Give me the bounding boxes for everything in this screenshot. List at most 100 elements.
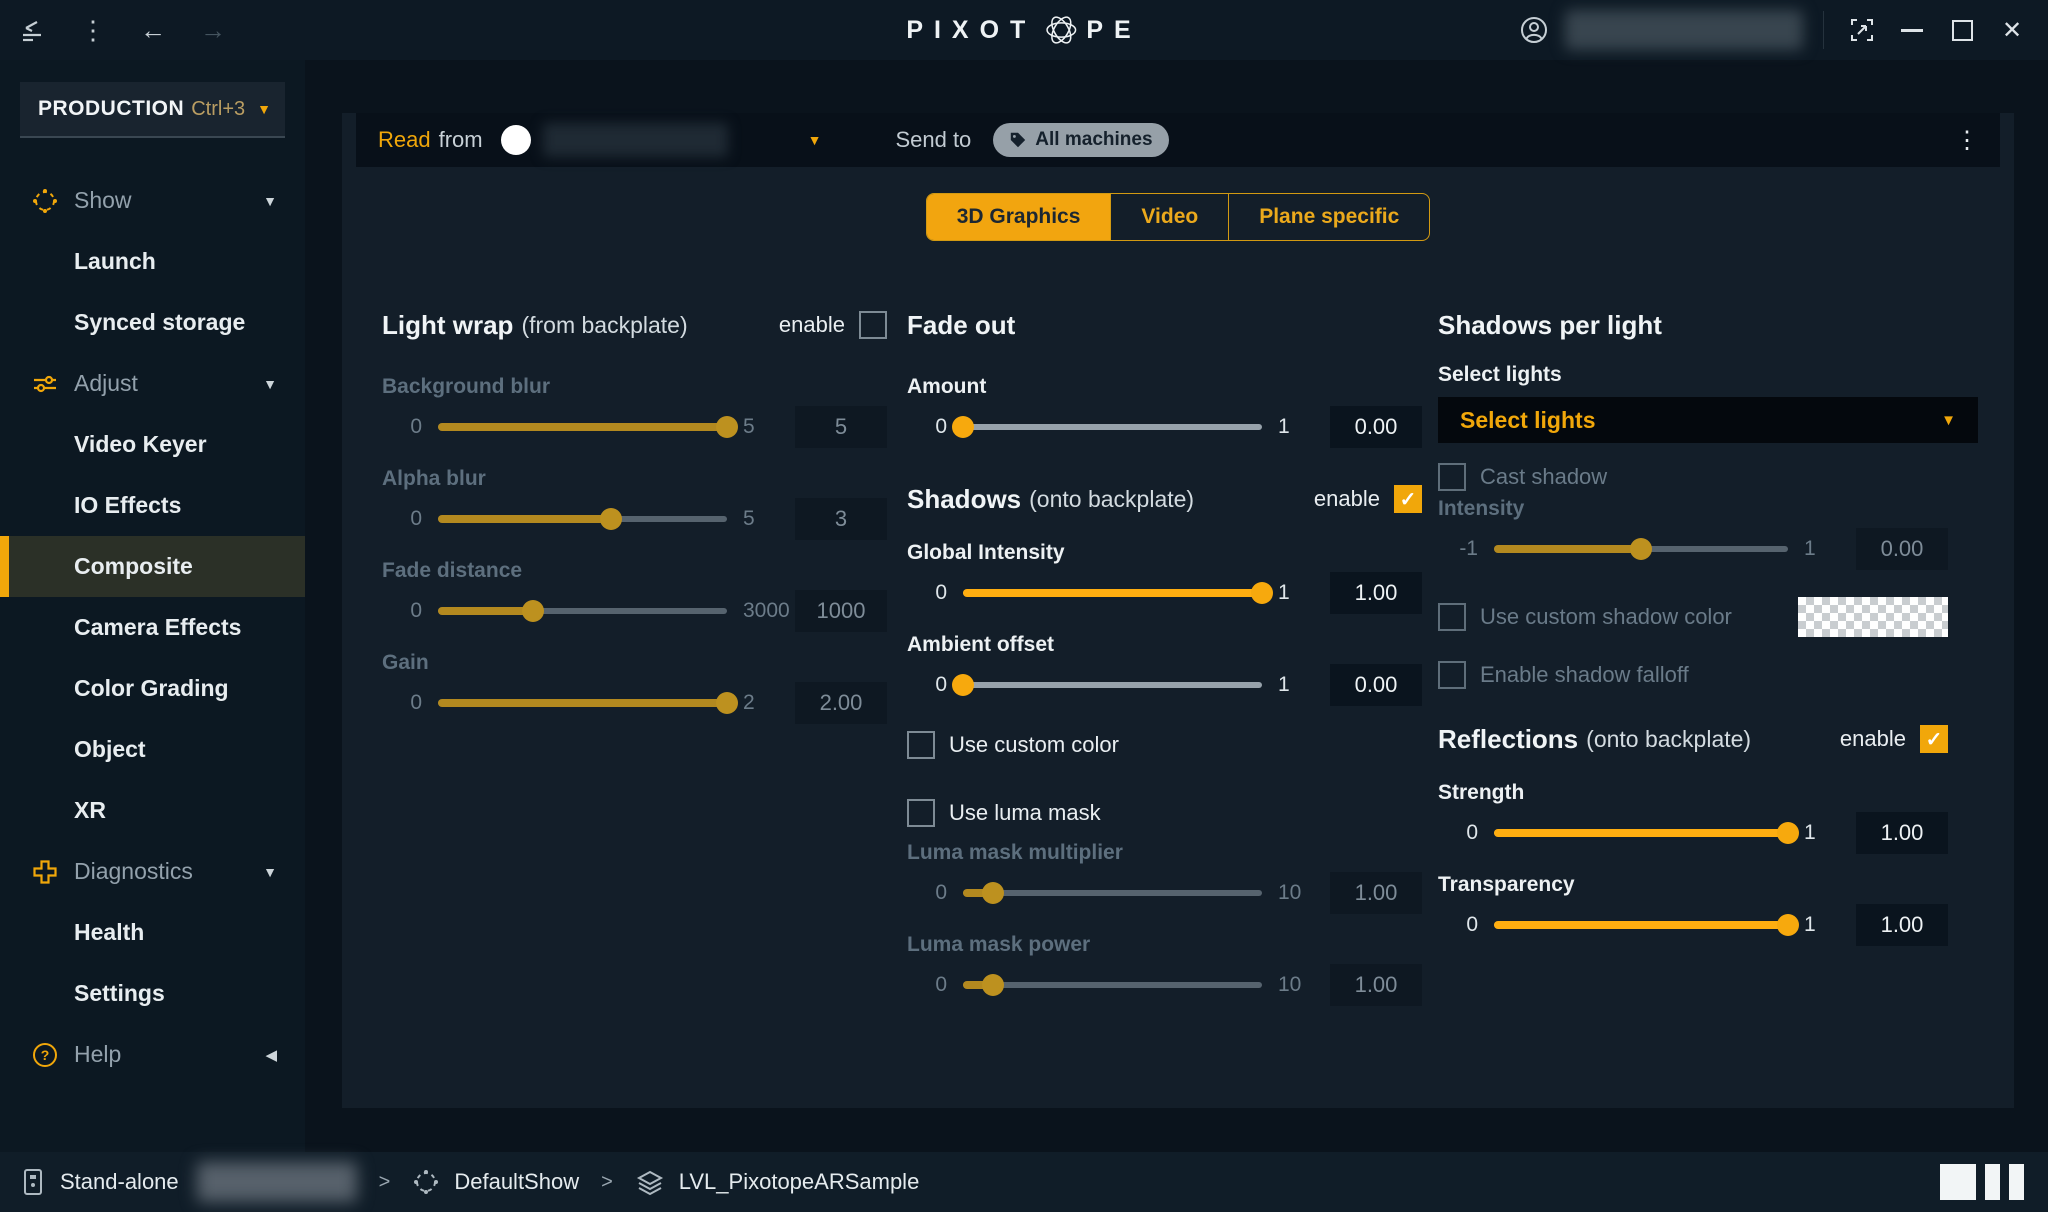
slider-thumb[interactable]	[982, 882, 1004, 904]
ambient-offset-slider[interactable]	[963, 674, 1262, 696]
back-arrow-icon[interactable]: ←	[136, 13, 170, 47]
breadcrumb-show[interactable]: DefaultShow	[412, 1168, 579, 1196]
sidebar-item-color-grading[interactable]: Color Grading	[0, 658, 305, 719]
logo-text-right: PE	[1086, 16, 1141, 45]
read-send-bar: Read from ▼ Send to All machines ⋮	[356, 113, 2000, 167]
reflection-strength-slider[interactable]	[1494, 822, 1788, 844]
reflection-transparency-value[interactable]: 1.00	[1856, 904, 1948, 946]
reflection-transparency-slider[interactable]	[1494, 914, 1788, 936]
slider-thumb[interactable]	[1777, 822, 1799, 844]
slider-thumb[interactable]	[952, 416, 974, 438]
slider-thumb[interactable]	[716, 416, 738, 438]
luma-mask-multiplier-slider[interactable]	[963, 882, 1262, 904]
sidebar-group-diagnostics[interactable]: Diagnostics ▼	[0, 841, 305, 902]
maximize-button[interactable]	[1944, 12, 1980, 48]
slider-thumb[interactable]	[952, 674, 974, 696]
layout-split-left-button[interactable]	[1985, 1164, 2000, 1200]
pixotope-app: ⋮ ← → PIXOT PE	[0, 0, 2048, 1212]
slider-label: Transparency	[1438, 873, 1978, 897]
breadcrumb-separator: >	[601, 1171, 613, 1194]
breadcrumb-machine[interactable]: Stand-alone	[20, 1162, 357, 1202]
sidebar-group-adjust[interactable]: Adjust ▼	[0, 353, 305, 414]
all-machines-chip[interactable]: All machines	[993, 123, 1168, 157]
sidebar-item-synced-storage[interactable]: Synced storage	[0, 292, 305, 353]
mode-label: PRODUCTION	[38, 97, 184, 121]
tab-3d-graphics[interactable]: 3D Graphics	[927, 194, 1111, 240]
fit-screen-icon[interactable]	[1844, 12, 1880, 48]
shadow-color-swatch[interactable]	[1798, 597, 1948, 637]
gain-slider[interactable]	[438, 692, 727, 714]
fade-distance-value[interactable]: 1000	[795, 590, 887, 632]
topbar-divider	[1823, 11, 1824, 49]
ambient-offset-value[interactable]: 0.00	[1330, 664, 1422, 706]
alpha-blur-value[interactable]: 3	[795, 498, 887, 540]
slider-thumb[interactable]	[716, 692, 738, 714]
alpha-blur-slider[interactable]	[438, 508, 727, 530]
sidebar-item-settings[interactable]: Settings	[0, 963, 305, 1024]
breadcrumb-level[interactable]: LVL_PixotopeARSample	[635, 1167, 920, 1197]
minimize-button[interactable]	[1894, 12, 1930, 48]
use-luma-mask-checkbox[interactable]: ✓	[907, 799, 935, 827]
user-account-icon[interactable]	[1517, 13, 1551, 47]
sidebar-item-health[interactable]: Health	[0, 902, 305, 963]
section-title: Shadows per light	[1438, 310, 1662, 341]
fade-distance-slider[interactable]	[438, 600, 727, 622]
luma-mask-multiplier-value[interactable]: 1.00	[1330, 872, 1422, 914]
sidebar-item-composite[interactable]: Composite	[0, 536, 305, 597]
chevron-down-icon[interactable]: ▼	[808, 132, 822, 148]
slider-thumb[interactable]	[1777, 914, 1799, 936]
use-custom-color-checkbox[interactable]: ✓	[907, 731, 935, 759]
sidebar-item-launch[interactable]: Launch	[0, 231, 305, 292]
reflections-enable-checkbox[interactable]: ✓	[1920, 725, 1948, 753]
luma-mask-power-value[interactable]: 1.00	[1330, 964, 1422, 1006]
mode-shortcut: Ctrl+3	[191, 98, 245, 121]
use-custom-color-row: ✓ Use custom color	[907, 731, 1422, 759]
sidebar-group-help[interactable]: ? Help ◀	[0, 1024, 305, 1085]
logo-text-left: PIXOT	[906, 16, 1036, 45]
shadow-intensity-value[interactable]: 0.00	[1856, 528, 1948, 570]
slider-thumb[interactable]	[1630, 538, 1652, 560]
sidebar-item-object[interactable]: Object	[0, 719, 305, 780]
sidebar-item-io-effects[interactable]: IO Effects	[0, 475, 305, 536]
panel-kebab-icon[interactable]: ⋮	[1950, 126, 1984, 155]
global-intensity-value[interactable]: 1.00	[1330, 572, 1422, 614]
sidebar-item-camera-effects[interactable]: Camera Effects	[0, 597, 305, 658]
layout-split-right-button[interactable]	[2009, 1164, 2024, 1200]
enable-shadow-falloff-checkbox[interactable]: ✓	[1438, 661, 1466, 689]
collapse-sidebar-icon[interactable]	[16, 13, 50, 47]
slider-thumb[interactable]	[600, 508, 622, 530]
tab-plane-specific[interactable]: Plane specific	[1228, 194, 1429, 240]
sidebar-item-video-keyer[interactable]: Video Keyer	[0, 414, 305, 475]
slider-thumb[interactable]	[522, 600, 544, 622]
shadow-intensity-slider[interactable]	[1494, 538, 1788, 560]
gain-value[interactable]: 2.00	[795, 682, 887, 724]
menu-kebab-icon[interactable]: ⋮	[76, 13, 110, 47]
layout-full-button[interactable]	[1940, 1164, 1976, 1200]
background-blur-slider[interactable]	[438, 416, 727, 438]
slider-thumb[interactable]	[982, 974, 1004, 996]
light-wrap-enable-checkbox[interactable]: ✓	[859, 311, 887, 339]
background-blur-value[interactable]: 5	[795, 406, 887, 448]
section-subtitle: (onto backplate)	[1029, 486, 1194, 513]
luma-mask-power-slider[interactable]	[963, 974, 1262, 996]
read-label: Read	[378, 127, 431, 153]
layers-icon	[635, 1167, 665, 1197]
reflection-strength-value[interactable]: 1.00	[1856, 812, 1948, 854]
read-machine-blurred[interactable]	[543, 123, 728, 157]
select-lights-dropdown[interactable]: Select lights ▼	[1438, 397, 1978, 443]
fade-amount-value[interactable]: 0.00	[1330, 406, 1422, 448]
mode-selector[interactable]: PRODUCTION Ctrl+3 ▼	[20, 82, 285, 138]
slider-thumb[interactable]	[1251, 582, 1273, 604]
close-button[interactable]: ✕	[1994, 12, 2030, 48]
sidebar-item-xr[interactable]: XR	[0, 780, 305, 841]
shadows-enable-checkbox[interactable]: ✓	[1394, 485, 1422, 513]
section-title: Reflections	[1438, 724, 1578, 755]
use-custom-shadow-color-checkbox[interactable]: ✓	[1438, 603, 1466, 631]
sidebar-group-show[interactable]: Show ▼	[0, 170, 305, 231]
fade-amount-slider[interactable]	[963, 416, 1262, 438]
tab-video[interactable]: Video	[1110, 194, 1228, 240]
forward-arrow-icon[interactable]: →	[196, 13, 230, 47]
from-label: from	[439, 127, 483, 153]
cast-shadow-checkbox[interactable]: ✓	[1438, 463, 1466, 491]
global-intensity-slider[interactable]	[963, 582, 1262, 604]
